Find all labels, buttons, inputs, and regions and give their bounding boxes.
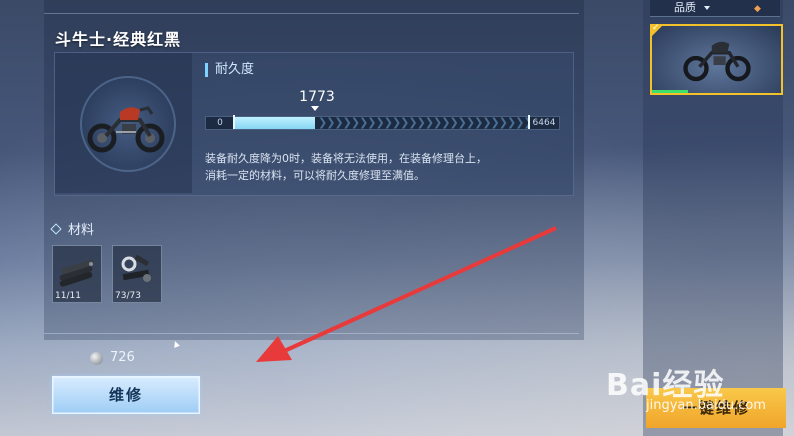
watermark-url: jingyan.baidu.com [646, 398, 766, 413]
